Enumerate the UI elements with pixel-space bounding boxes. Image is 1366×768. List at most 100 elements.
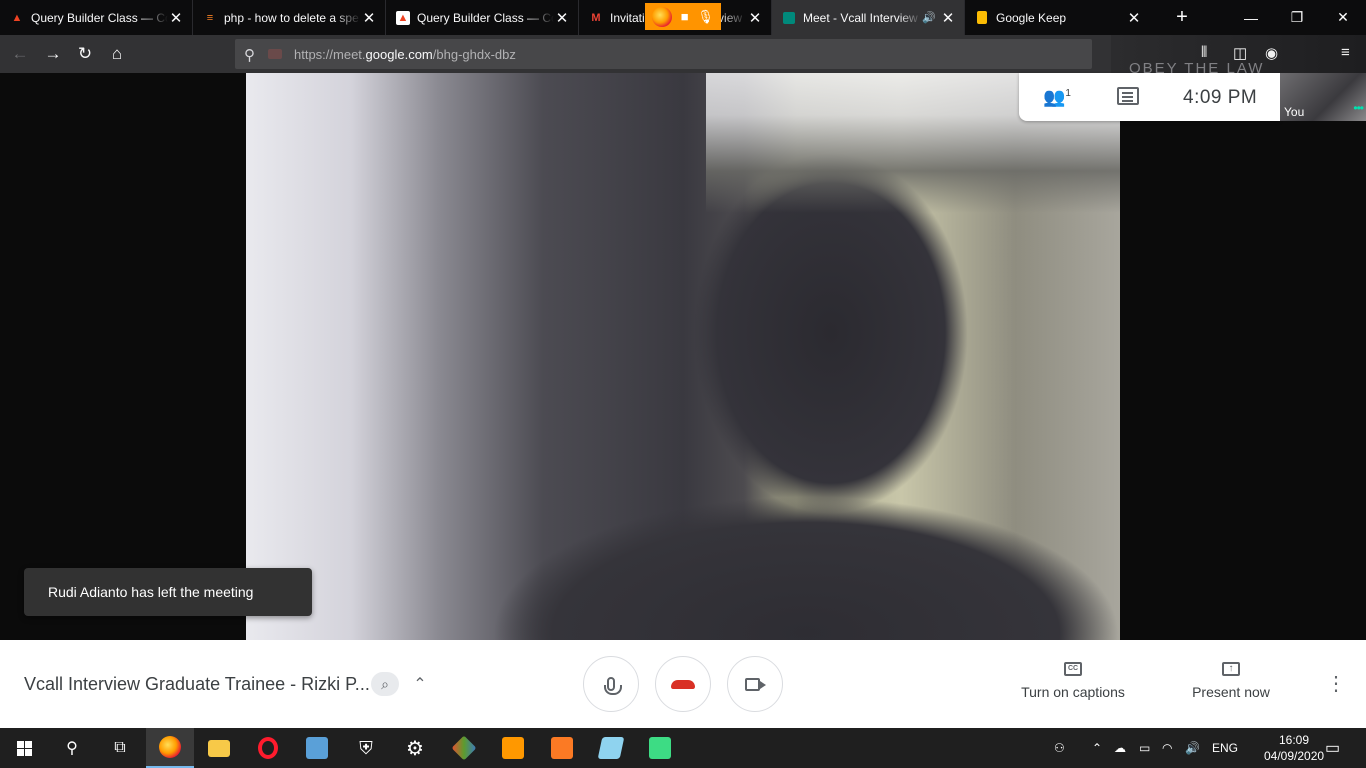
taskbar-git[interactable] [440,728,488,768]
taskbar-settings[interactable]: ⚙ [391,728,439,768]
system-clock[interactable]: 16:09 04/09/2020 [1264,732,1324,764]
sidebar-icon[interactable]: ◫ [1233,44,1247,62]
main-video-feed [246,73,1120,640]
notepad-icon [597,737,625,759]
browser-tab-3[interactable]: ▲ Query Builder Class — Co ✕ [386,0,579,35]
gmail-icon: M [591,11,601,24]
codeigniter-flame-icon: ▲ [11,11,23,24]
speaking-indicator-icon: ••• [1353,101,1364,115]
meet-stage: 👥1 4:09 PM You ••• Rudi Adianto has left… [0,73,1366,640]
leave-call-button[interactable] [655,656,711,712]
participant-count: 1 [1065,88,1071,99]
camera-icon [745,677,766,691]
browser-tab-1[interactable]: ▲ Query Builder Class — Co ✕ [0,0,193,35]
opera-icon [258,737,278,759]
meeting-title[interactable]: Vcall Interview Graduate Trainee - Rizki… [24,674,370,695]
close-tab-icon[interactable]: ✕ [747,9,763,27]
present-now-button[interactable]: ↑ Present now [1171,662,1291,700]
browser-tab-5[interactable]: Meet - Vcall Interview 🔊 ✕ [772,0,965,35]
android-icon [649,737,671,759]
start-button[interactable] [0,728,48,768]
camera-permission-icon[interactable] [268,49,282,59]
meet-icon [782,11,796,25]
taskbar-file-explorer[interactable] [195,728,243,768]
forward-button[interactable]: → [37,38,69,70]
present-screen-icon: ↑ [1222,662,1240,676]
people-tray-icon[interactable]: ⚇ [1054,728,1065,768]
url-prefix: https://meet. [294,46,366,62]
taskbar-android-studio[interactable] [636,728,684,768]
back-button[interactable]: ← [4,38,36,70]
meeting-clock: 4:09 PM [1183,87,1258,108]
navigation-bar: ← → ↻ ⌂ ⚲ https://meet.google.com/bhg-gh… [0,35,1366,77]
search-button[interactable]: ⚲ [48,728,96,768]
call-control-bar: Vcall Interview Graduate Trainee - Rizki… [0,640,1366,728]
xampp-icon [551,737,573,759]
minimize-button[interactable]: — [1228,0,1274,35]
sublime-text-icon [502,737,524,759]
browser-tab-6[interactable]: Google Keep ✕ [965,0,1150,35]
hang-up-icon [671,679,695,689]
cloud-icon[interactable]: ☁ [1114,728,1126,768]
microphone-button[interactable] [583,656,639,712]
language-indicator[interactable]: ENG [1212,728,1238,768]
people-button[interactable]: 👥1 [1043,87,1071,108]
tab-title: Query Builder Class — Co [417,10,554,25]
close-tab-icon[interactable]: ✕ [554,9,570,27]
close-window-button[interactable]: ✕ [1320,0,1366,35]
taskbar-app[interactable] [293,728,341,768]
toolbar-theme-area: OBEY THE LAW ⫴ ◫ ◉ ≡ [1111,35,1366,77]
sharing-indicator[interactable]: ■ 🎙 [645,3,721,30]
camera-button[interactable] [727,656,783,712]
taskbar-opera[interactable] [244,728,292,768]
notifications-icon[interactable]: ▭ [1325,728,1340,768]
reload-button[interactable]: ↻ [69,38,101,70]
close-tab-icon[interactable]: ✕ [940,9,956,27]
close-tab-icon[interactable]: ✕ [361,9,377,27]
taskbar-notepad[interactable] [587,728,635,768]
account-icon[interactable]: ◉ [1265,44,1278,62]
taskbar-security[interactable]: ⛨ [342,728,390,768]
clock-time: 16:09 [1278,733,1310,747]
stackoverflow-icon: ≡ [206,11,214,24]
captions-label: Turn on captions [1021,684,1125,700]
microphone-icon: 🎙 [697,8,714,24]
battery-icon[interactable]: ▭ [1139,728,1150,768]
tab-title: php - how to delete a spe [224,10,359,25]
library-icon[interactable]: ⫴ [1201,44,1207,61]
home-button[interactable]: ⌂ [101,38,133,70]
task-view-button[interactable]: ⧉ [96,728,144,768]
taskbar-firefox[interactable] [146,728,194,768]
app-window-icon [306,737,328,759]
chevron-up-icon[interactable]: ⌃ [410,672,430,696]
new-tab-button[interactable]: + [1158,0,1206,35]
url-text[interactable]: https://meet.google.com/bhg-ghdx-dbz [294,47,516,62]
more-options-icon[interactable]: ⋮ [1326,674,1346,694]
task-view-icon: ⧉ [114,739,126,756]
captions-button[interactable]: CC Turn on captions [1013,662,1133,700]
search-icon: ⚲ [244,47,255,64]
volume-icon[interactable]: 🔊 [1185,728,1200,768]
clock-date: 04/09/2020 [1264,749,1325,763]
show-hidden-icons-chevron[interactable]: ⌃ [1092,728,1102,768]
menu-icon[interactable]: ≡ [1341,44,1350,61]
close-tab-icon[interactable]: ✕ [168,9,184,27]
close-tab-icon[interactable]: ✕ [1126,9,1142,27]
firefox-icon [652,6,673,27]
codeigniter-flame-icon: ▲ [396,10,410,25]
notification-toast: Rudi Adianto has left the meeting [24,568,312,616]
restore-button[interactable]: ❐ [1274,0,1320,35]
speaker-icon[interactable]: 🔊 [922,11,936,24]
browser-tab-2[interactable]: ≡ php - how to delete a spe ✕ [193,0,386,35]
self-label: You [1284,105,1305,119]
attachment-icon[interactable]: ⌕ [371,672,399,696]
camera-icon: ■ [680,9,689,24]
address-bar[interactable]: ⚲ https://meet.google.com/bhg-ghdx-dbz [235,39,1092,69]
taskbar-sublime[interactable] [489,728,537,768]
keep-icon [975,11,989,25]
url-domain: google.com [365,46,433,62]
chat-icon[interactable] [1117,87,1139,105]
taskbar-xampp[interactable] [538,728,586,768]
self-view-tile[interactable]: You ••• [1280,73,1366,121]
wifi-icon[interactable]: ◠ [1162,728,1172,768]
